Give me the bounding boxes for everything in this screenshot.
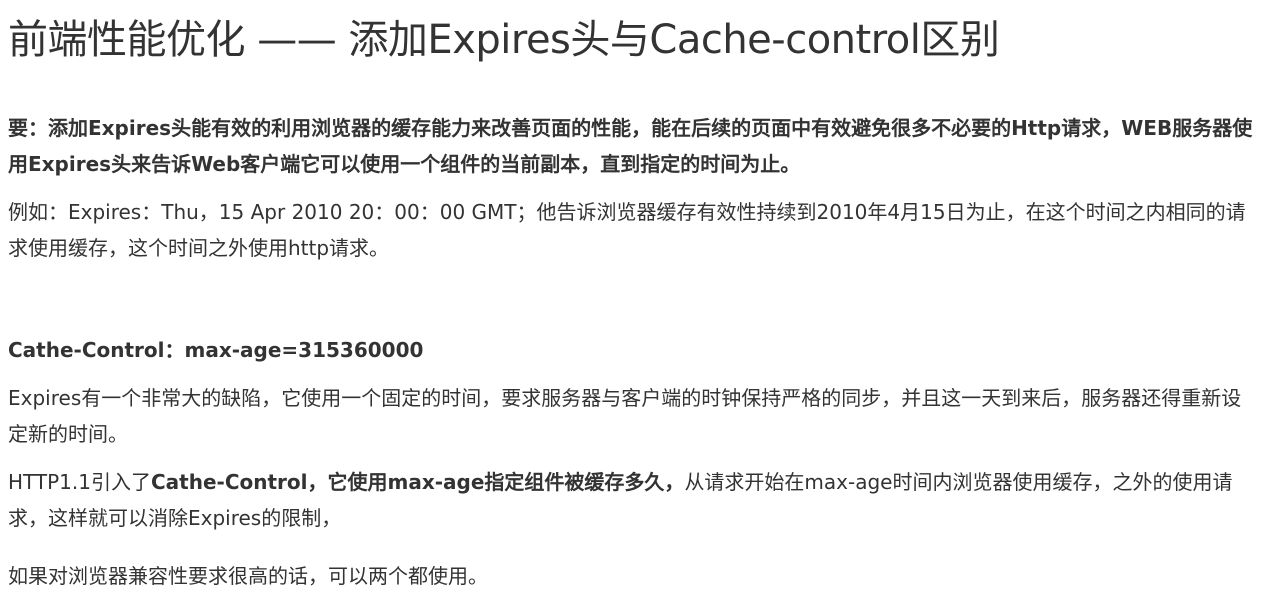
expires-example-paragraph: 例如：Expires：Thu，15 Apr 2010 20：00：00 GMT；…	[8, 200, 1246, 260]
http11-emphasis: Cathe-Control，它使用max-age指定组件被缓存多久，	[151, 470, 685, 494]
intro-paragraph: 要：添加Expires头能有效的利用浏览器的缓存能力来改善页面的性能，能在后续的…	[8, 116, 1253, 176]
http11-paragraph: HTTP1.1引入了Cathe-Control，它使用max-age指定组件被缓…	[8, 464, 1258, 536]
http11-prefix: HTTP1.1引入了	[8, 470, 151, 494]
use-both-paragraph: 如果对浏览器兼容性要求很高的话，可以两个都使用。	[8, 564, 488, 588]
cache-control-heading: Cathe-Control：max-age=315360000	[8, 338, 424, 362]
article: 前端性能优化 —— 添加Expires头与Cache-control区别 要：添…	[0, 0, 1258, 594]
page-title: 前端性能优化 —— 添加Expires头与Cache-control区别	[8, 17, 1000, 63]
expires-drawback-paragraph: Expires有一个非常大的缺陷，它使用一个固定的时间，要求服务器与客户端的时钟…	[8, 386, 1242, 446]
